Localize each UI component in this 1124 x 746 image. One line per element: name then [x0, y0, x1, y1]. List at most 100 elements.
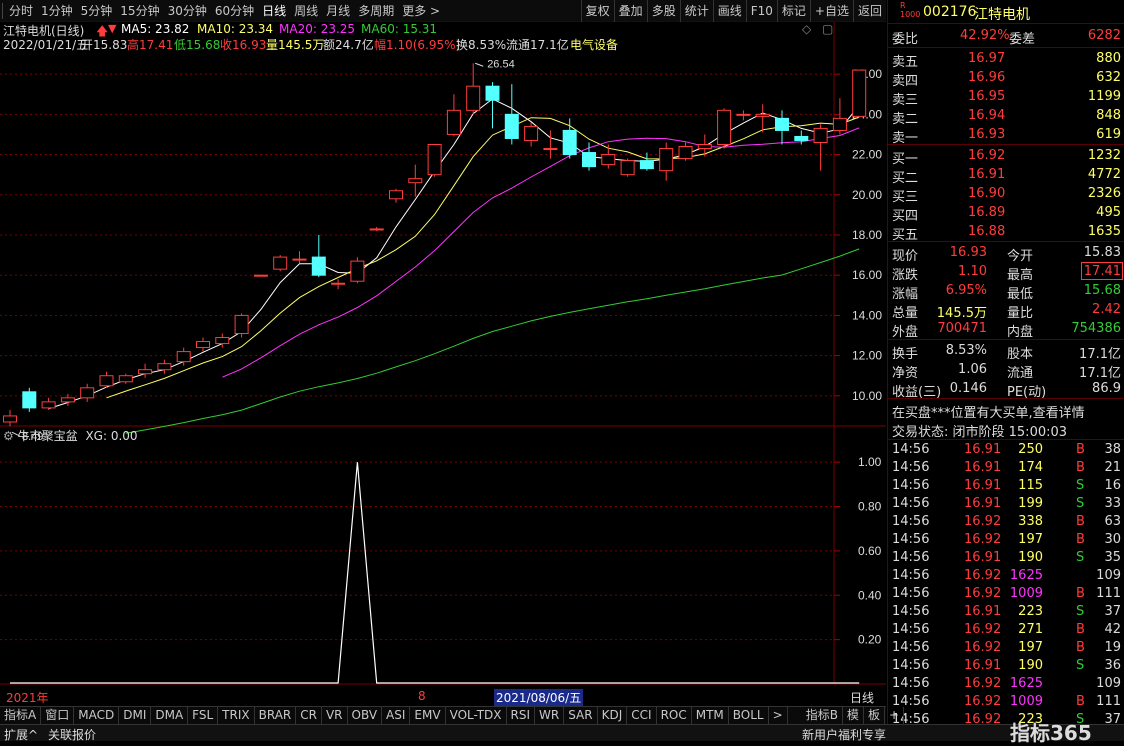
candle-body[interactable]	[446, 109, 461, 135]
indicator-tab-11[interactable]: ASI	[382, 707, 411, 724]
period-tab-0[interactable]: 分时	[5, 0, 37, 22]
action-button-3[interactable]: 统计	[679, 0, 713, 22]
candle-body[interactable]	[350, 260, 365, 282]
action-button-4[interactable]: 画线	[712, 0, 746, 22]
indicator-tab-26[interactable]: +	[885, 707, 905, 724]
indicator-tab-14[interactable]: RSI	[507, 707, 536, 724]
candle-body[interactable]	[659, 148, 674, 172]
action-button-6[interactable]: 标记	[776, 0, 810, 22]
action-button-2[interactable]: 多股	[646, 0, 680, 22]
action-button-8[interactable]: 返回	[852, 0, 886, 22]
indicator-tab-8[interactable]: CR	[296, 707, 322, 724]
indicator-tab-15[interactable]: WR	[535, 707, 565, 724]
indicator-tab-3[interactable]: DMI	[119, 707, 152, 724]
candle-body[interactable]	[794, 135, 809, 141]
action-button-5[interactable]: F10	[745, 0, 777, 22]
window-icon[interactable]: ▢	[822, 22, 833, 36]
indicator-tab-5[interactable]: FSL	[188, 707, 219, 724]
candle-body[interactable]	[389, 190, 403, 200]
indicator-tab-9[interactable]: VR	[322, 707, 348, 724]
candle-body[interactable]	[736, 113, 751, 116]
candle-body[interactable]	[157, 363, 172, 371]
period-tab-1[interactable]: 1分钟	[37, 0, 77, 22]
candle-body[interactable]	[138, 369, 153, 375]
indicator-tab-24[interactable]: 模	[843, 707, 864, 724]
indicator-tab-0[interactable]: 指标A	[0, 707, 42, 724]
candle-body[interactable]	[331, 282, 346, 285]
period-tab-8[interactable]: 月线	[322, 0, 354, 22]
indicator-tab-19[interactable]: ROC	[657, 707, 692, 724]
candle-body[interactable]	[775, 117, 789, 131]
candle-body[interactable]	[543, 148, 558, 151]
period-tab-6[interactable]: 日线	[258, 0, 290, 22]
indicator-tab-6[interactable]: TRIX	[218, 707, 255, 724]
candle-body[interactable]	[176, 351, 191, 363]
indicator-tab-22[interactable]: >	[769, 707, 788, 724]
indicator-tab-20[interactable]: MTM	[692, 707, 729, 724]
candle-body[interactable]	[504, 113, 519, 139]
candle-body[interactable]	[41, 401, 56, 409]
period-tab-10[interactable]: 更多 >	[398, 0, 444, 22]
action-button-1[interactable]: 叠加	[613, 0, 647, 22]
candle-body[interactable]	[215, 337, 230, 345]
candle-body[interactable]	[601, 154, 616, 166]
action-button-7[interactable]: +自选	[809, 0, 853, 22]
candle-body[interactable]	[273, 256, 288, 270]
notice-text[interactable]: 在买盘***位置有大买单,查看详情	[892, 402, 1085, 421]
indicator-tab-23[interactable]: 指标B	[802, 707, 843, 724]
candle-body[interactable]	[196, 341, 210, 349]
candle-body[interactable]	[369, 228, 384, 231]
period-tab-2[interactable]: 5分钟	[77, 0, 117, 22]
candle-body[interactable]	[852, 69, 867, 117]
related-quote-button[interactable]: 关联报价	[48, 726, 96, 743]
period-tab-9[interactable]: 多周期	[354, 0, 398, 22]
notice-row[interactable]: 在买盘***位置有大买单,查看详情	[888, 401, 1124, 421]
candle-body[interactable]	[253, 274, 268, 277]
dropdown-icon[interactable]: ▼	[108, 22, 116, 35]
candle-body[interactable]	[427, 144, 442, 176]
period-tab-4[interactable]: 30分钟	[164, 0, 211, 22]
candle-body[interactable]	[118, 375, 133, 383]
indicator-tab-13[interactable]: VOL-TDX	[446, 707, 507, 724]
settings-icon[interactable]: ⚙	[3, 429, 14, 443]
candle-body[interactable]	[311, 256, 326, 276]
candle-body[interactable]	[234, 314, 249, 335]
candle-body[interactable]	[80, 387, 95, 399]
candle-body[interactable]	[697, 144, 712, 150]
expand-button[interactable]: 扩展^	[4, 726, 38, 743]
candle-body[interactable]	[678, 146, 693, 160]
period-tab-5[interactable]: 60分钟	[211, 0, 258, 22]
action-button-0[interactable]: 复权	[580, 0, 614, 22]
candle-body[interactable]	[99, 375, 114, 387]
indicator-tab-17[interactable]: KDJ	[598, 707, 628, 724]
chart-area[interactable]: 26.0024.0022.0020.0018.0016.0014.0012.00…	[0, 22, 886, 706]
candle-body[interactable]	[562, 129, 577, 156]
indicator-tab-4[interactable]: DMA	[151, 707, 189, 724]
candle-body[interactable]	[485, 85, 500, 101]
candle-body[interactable]	[755, 113, 770, 117]
candle-body[interactable]	[582, 152, 596, 168]
indicator-tab-2[interactable]: MACD	[74, 707, 120, 724]
candle-body[interactable]	[832, 117, 847, 131]
indicator-tab-1[interactable]: 窗口	[41, 707, 75, 724]
promo-link[interactable]: 新用户福利专享	[802, 726, 886, 743]
candle-body[interactable]	[292, 258, 307, 261]
indicator-tab-25[interactable]: 板	[864, 707, 885, 724]
indicator-tab-18[interactable]: CCI	[627, 707, 657, 724]
indicator-tab-7[interactable]: BRAR	[255, 707, 297, 724]
indicator-tab-21[interactable]: BOLL	[729, 707, 769, 724]
indicator-tab-12[interactable]: EMV	[410, 707, 446, 724]
candle-body[interactable]	[408, 178, 423, 184]
period-tab-7[interactable]: 周线	[290, 0, 322, 22]
candle-body[interactable]	[813, 127, 828, 143]
candle-body[interactable]	[524, 125, 539, 141]
indicator-tab-10[interactable]: OBV	[348, 707, 383, 724]
candle-body[interactable]	[717, 109, 732, 145]
candle-body[interactable]	[620, 160, 635, 176]
candle-body[interactable]	[466, 85, 481, 111]
indicator-tab-16[interactable]: SAR	[564, 707, 598, 724]
diamond-icon[interactable]: ◇	[802, 22, 811, 36]
candle-body[interactable]	[3, 415, 17, 423]
candle-body[interactable]	[639, 160, 654, 170]
candle-body[interactable]	[22, 391, 37, 409]
